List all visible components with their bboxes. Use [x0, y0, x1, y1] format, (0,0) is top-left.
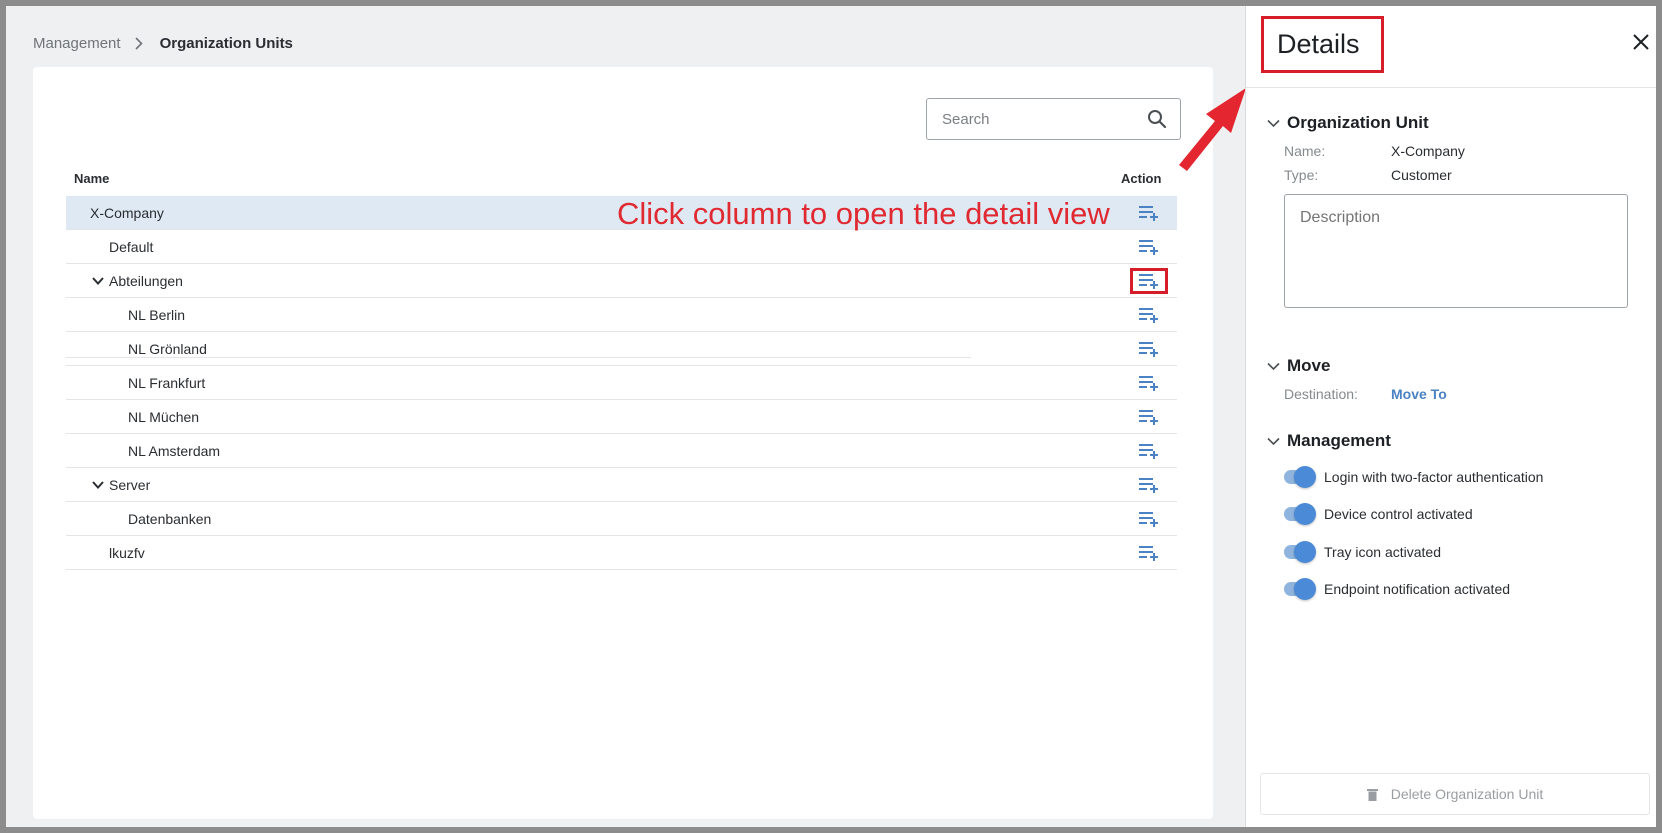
tree-row-label: lkuzfv: [109, 544, 145, 561]
tree-row[interactable]: NL Amsterdam: [66, 434, 1177, 468]
open-details-icon[interactable]: [1130, 472, 1168, 498]
chevron-down-icon[interactable]: [91, 274, 105, 288]
breadcrumb-management-link[interactable]: Management: [33, 35, 121, 52]
annotation-arrow-icon: [1179, 88, 1246, 171]
open-details-icon[interactable]: [1130, 506, 1168, 532]
chevron-down-icon[interactable]: [91, 478, 105, 492]
toggle-device-control[interactable]: [1284, 503, 1316, 525]
search-box[interactable]: [926, 98, 1181, 140]
app-frame: Management Organization Units Name Actio…: [6, 6, 1656, 827]
tree-row-label: NL Müchen: [128, 408, 200, 425]
details-title: Details: [1277, 29, 1360, 59]
open-details-icon[interactable]: [1130, 302, 1168, 328]
tree-row-label: NL Berlin: [128, 306, 186, 323]
tree-row[interactable]: Default: [66, 230, 1177, 264]
section-heading: Management: [1287, 431, 1391, 450]
breadcrumb: Management Organization Units: [33, 35, 293, 52]
open-details-icon[interactable]: [1130, 234, 1168, 260]
tree-row[interactable]: lkuzfv: [66, 536, 1177, 570]
description-field[interactable]: [1284, 194, 1628, 308]
toggle-label: Tray icon activated: [1324, 544, 1441, 560]
toggle-label: Endpoint notification activated: [1324, 581, 1511, 597]
section-heading: Organization Unit: [1287, 113, 1429, 132]
breadcrumb-current: Organization Units: [159, 35, 293, 52]
toggle-label: Login with two-factor authentication: [1324, 469, 1544, 485]
tree-row[interactable]: NL Grönland: [66, 332, 1177, 366]
section-heading: Move: [1287, 356, 1331, 375]
trash-icon: [1366, 787, 1379, 801]
search-icon[interactable]: [1146, 108, 1168, 130]
tree-row-label: NL Frankfurt: [128, 374, 206, 391]
details-title-highlight: Details: [1261, 16, 1384, 73]
tree-row[interactable]: Server: [66, 468, 1177, 502]
search-input[interactable]: [942, 110, 1146, 128]
divider: [66, 357, 971, 358]
details-panel: Details Organization Unit Name: X-Compan…: [1245, 6, 1656, 827]
chevron-down-icon: [1265, 115, 1281, 131]
details-header: Details: [1246, 6, 1656, 88]
column-header-name[interactable]: Name: [74, 171, 109, 186]
open-details-icon[interactable]: [1130, 268, 1168, 294]
section-organization-unit[interactable]: Organization Unit: [1265, 113, 1429, 133]
chevron-down-icon: [1265, 433, 1281, 449]
tree-row-label: Datenbanken: [128, 510, 212, 527]
toggle-row-2fa: Login with two-factor authentication: [1284, 466, 1544, 488]
tree-row-label: NL Amsterdam: [128, 442, 221, 459]
tree-row-label: NL Grönland: [128, 340, 207, 357]
toggle-endpoint-notification[interactable]: [1284, 578, 1316, 600]
open-details-icon[interactable]: [1130, 370, 1168, 396]
open-details-icon[interactable]: [1130, 336, 1168, 362]
column-header-action: Action: [1121, 171, 1162, 186]
toggle-row-endpoint-notification: Endpoint notification activated: [1284, 578, 1511, 600]
type-label: Type:: [1284, 167, 1319, 183]
annotation-text: Click column to open the detail view: [617, 196, 1110, 231]
move-to-link[interactable]: Move To: [1391, 386, 1447, 402]
section-management[interactable]: Management: [1265, 431, 1391, 451]
org-units-card: Name Action X-Company Default Abteilungen N…: [33, 67, 1213, 819]
type-value: Customer: [1391, 167, 1452, 183]
chevron-right-icon: [134, 37, 145, 51]
tree-row-label: Default: [109, 238, 154, 255]
toggle-label: Device control activated: [1324, 506, 1473, 522]
name-value: X-Company: [1391, 143, 1465, 159]
toggle-tray-icon[interactable]: [1284, 541, 1316, 563]
close-icon[interactable]: [1629, 30, 1653, 54]
name-label: Name:: [1284, 143, 1326, 159]
delete-organization-unit-button[interactable]: Delete Organization Unit: [1260, 773, 1650, 815]
toggle-row-device-control: Device control activated: [1284, 503, 1473, 525]
tree-row[interactable]: Datenbanken: [66, 502, 1177, 536]
toggle-row-tray-icon: Tray icon activated: [1284, 541, 1441, 563]
tree-row[interactable]: NL Frankfurt: [66, 366, 1177, 400]
org-unit-tree: X-Company Default Abteilungen NL Berlin NL G…: [66, 196, 1177, 570]
tree-row-label: Abteilungen: [109, 272, 183, 289]
tree-row-label: X-Company: [90, 204, 164, 221]
tree-row-label: Server: [109, 476, 151, 493]
chevron-down-icon: [1265, 358, 1281, 374]
delete-label: Delete Organization Unit: [1390, 786, 1544, 802]
toggle-2fa[interactable]: [1284, 466, 1316, 488]
open-details-icon[interactable]: [1130, 200, 1168, 226]
destination-label: Destination:: [1284, 386, 1358, 402]
tree-row[interactable]: NL Müchen: [66, 400, 1177, 434]
tree-row[interactable]: NL Berlin: [66, 298, 1177, 332]
tree-row[interactable]: Abteilungen: [66, 264, 1177, 298]
open-details-icon[interactable]: [1130, 404, 1168, 430]
open-details-icon[interactable]: [1130, 540, 1168, 566]
section-move[interactable]: Move: [1265, 356, 1330, 376]
open-details-icon[interactable]: [1130, 438, 1168, 464]
